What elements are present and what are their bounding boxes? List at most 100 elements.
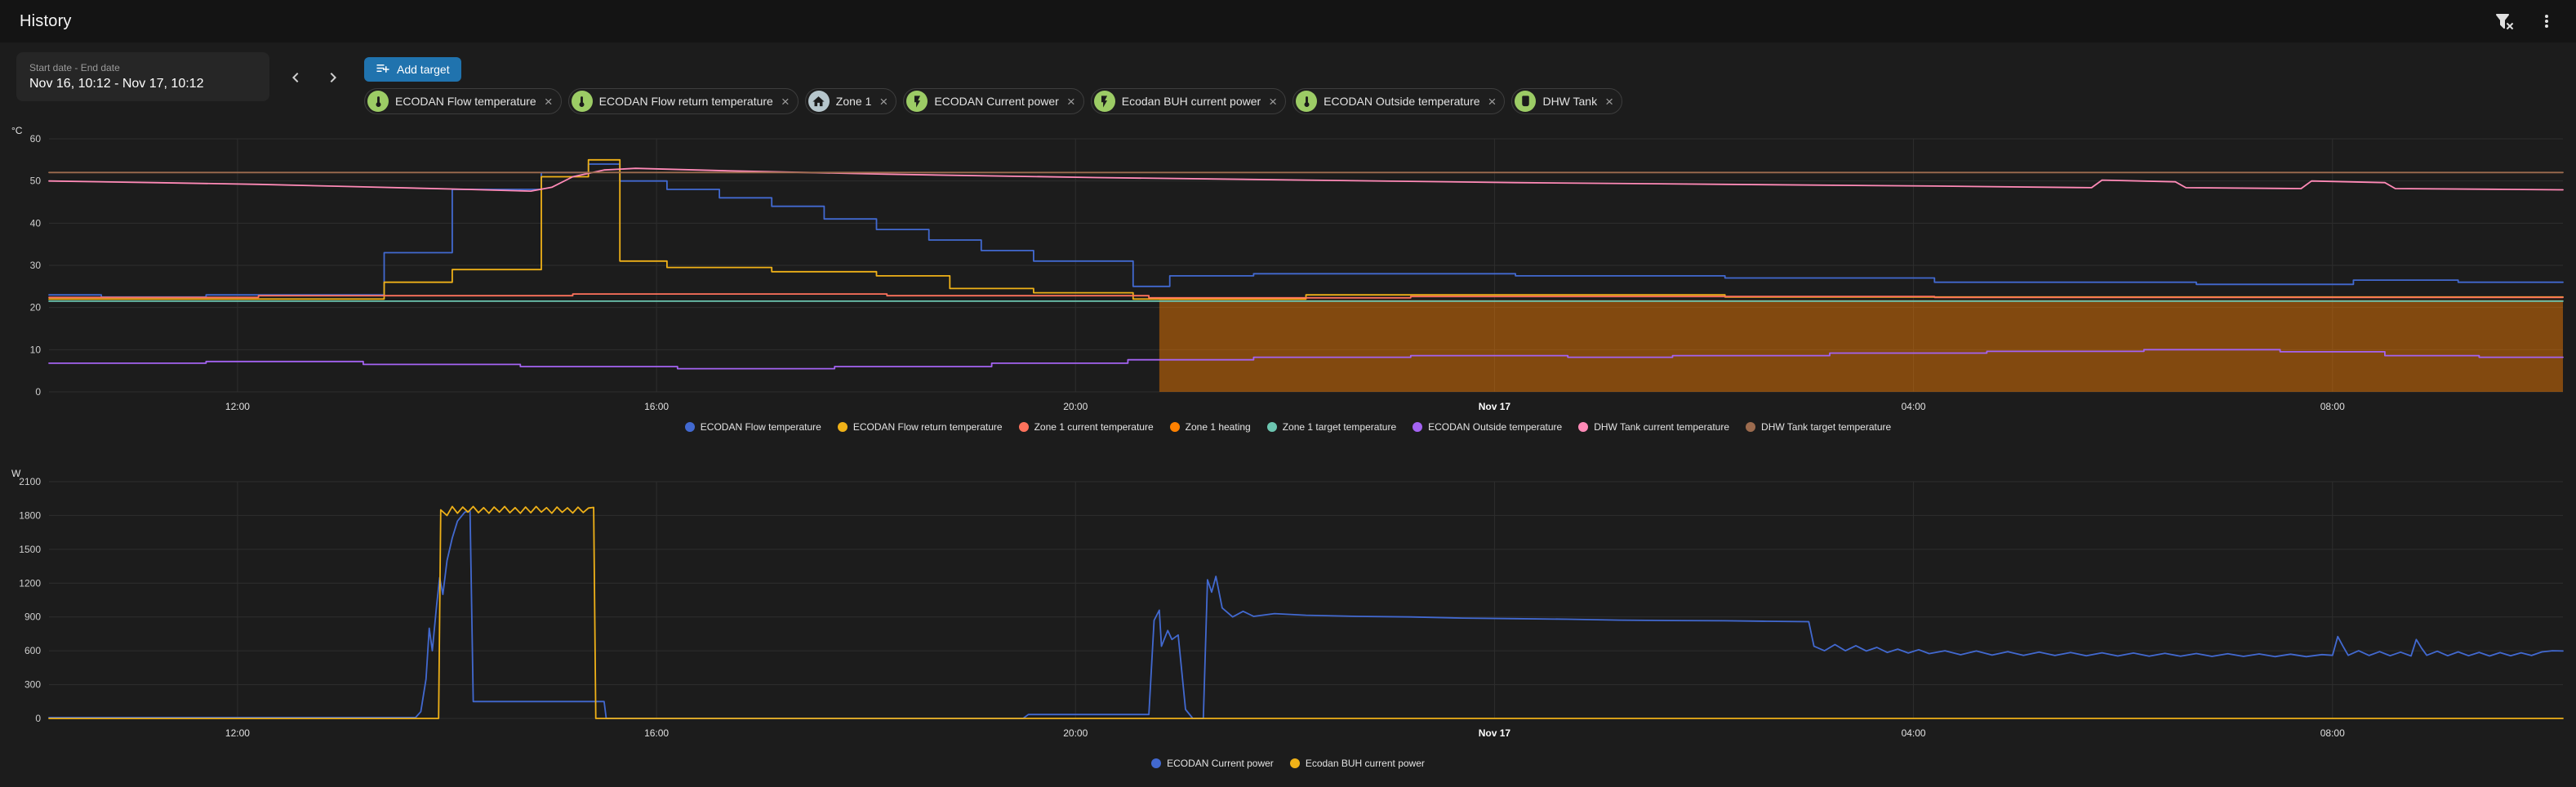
chip-remove-icon[interactable]: × [1267,95,1277,109]
svg-text:20: 20 [30,302,42,313]
previous-period-button[interactable] [279,61,312,94]
legend-dot [1289,758,1300,768]
date-range-label: Start date - End date [29,62,120,73]
legend-label: ECODAN Flow return temperature [852,421,1003,433]
svg-text:W: W [11,468,21,479]
water-boiler-icon [1515,91,1537,112]
target-picker: Add target ECODAN Flow temperature × ECODA… [364,57,1623,114]
chip-remove-icon[interactable]: × [1604,95,1613,109]
svg-text:1800: 1800 [19,509,41,521]
legend-label: Zone 1 current temperature [1034,421,1154,433]
legend-item[interactable]: DHW Tank current temperature [1578,421,1729,433]
legend-dot [1151,758,1162,768]
app-header: History [0,0,2576,42]
legend-label: Ecodan BUH current power [1305,758,1425,769]
target-chip[interactable]: Ecodan BUH current power × [1090,88,1287,114]
legend-dot [684,422,695,432]
chip-label: DHW Tank [1542,95,1598,108]
chip-remove-icon[interactable]: × [543,95,553,109]
svg-text:1200: 1200 [19,577,41,589]
svg-text:04:00: 04:00 [1902,401,1926,412]
add-target-label: Add target [397,63,450,76]
thermometer-icon [571,91,593,112]
chip-remove-icon[interactable]: × [780,95,790,109]
svg-text:0: 0 [35,386,41,398]
temperature-history-chart[interactable]: 0 10 20 30 40 50 60 12:00 16:00 20:00 Nov 17 04:00 0… [0,122,2576,415]
svg-text:2100: 2100 [19,476,41,487]
legend-item[interactable]: ECODAN Flow temperature [684,421,821,433]
overflow-menu-icon[interactable] [2537,11,2556,31]
chip-remove-icon[interactable]: × [1066,95,1075,109]
svg-text:300: 300 [24,679,41,691]
chip-label: ECODAN Flow temperature [395,95,536,108]
legend-dot [1578,422,1589,432]
svg-text:1500: 1500 [19,544,41,555]
next-period-button[interactable] [317,61,349,94]
temperature-chart-legend: ECODAN Flow temperature ECODAN Flow retur… [0,421,2576,433]
legend-label: ECODAN Current power [1167,758,1274,769]
legend-dot [1413,422,1423,432]
flash-icon [906,91,928,112]
legend-item[interactable]: Zone 1 heating [1169,421,1251,433]
svg-text:°C: °C [11,125,23,136]
svg-text:Nov 17: Nov 17 [1479,727,1511,739]
legend-item[interactable]: Zone 1 current temperature [1018,421,1154,433]
svg-text:12:00: 12:00 [225,401,250,412]
date-range-picker[interactable]: Start date - End date Nov 16, 10:12 - No… [16,52,269,101]
power-history-chart[interactable]: 0 300 600 900 1200 1500 1800 2100 12:00 16:00 20:0… [0,452,2576,751]
target-chip[interactable]: ECODAN Outside temperature × [1292,88,1506,114]
svg-text:Nov 17: Nov 17 [1479,401,1511,412]
svg-text:16:00: 16:00 [644,727,669,739]
legend-dot [1169,422,1180,432]
legend-dot [837,422,848,432]
legend-item[interactable]: DHW Tank target temperature [1746,421,1891,433]
history-page: History Start date - End date Nov 16, 10… [0,0,2576,787]
target-chip[interactable]: Zone 1 × [804,88,897,114]
legend-dot [1018,422,1029,432]
chip-label: ECODAN Flow return temperature [598,95,773,108]
page-title: History [20,11,72,30]
svg-text:08:00: 08:00 [2320,401,2345,412]
power-chart-legend: ECODAN Current power Ecodan BUH current p… [0,758,2576,769]
svg-text:50: 50 [30,176,42,187]
svg-text:20:00: 20:00 [1063,401,1088,412]
svg-text:900: 900 [24,611,41,623]
target-chip[interactable]: ECODAN Flow return temperature × [567,88,799,114]
target-chips: ECODAN Flow temperature × ECODAN Flow retu… [364,88,1623,114]
legend-item[interactable]: Zone 1 target temperature [1266,421,1397,433]
chevron-right-icon [330,72,336,82]
target-chip[interactable]: ECODAN Flow temperature × [364,88,562,114]
history-controls: Start date - End date Nov 16, 10:12 - No… [0,42,2576,114]
legend-label: Zone 1 target temperature [1282,421,1397,433]
svg-text:40: 40 [30,217,42,229]
legend-item[interactable]: ECODAN Current power [1151,758,1274,769]
legend-item[interactable]: Ecodan BUH current power [1289,758,1425,769]
legend-dot [1746,422,1756,432]
svg-text:16:00: 16:00 [644,401,669,412]
svg-text:08:00: 08:00 [2320,727,2345,739]
target-chip[interactable]: DHW Tank × [1511,88,1623,114]
chip-remove-icon[interactable]: × [878,95,888,109]
legend-label: DHW Tank current temperature [1594,421,1730,433]
filter-remove-icon[interactable] [2494,11,2514,31]
thermometer-icon [1296,91,1318,112]
svg-text:600: 600 [24,645,41,656]
thermometer-icon [367,91,389,112]
svg-text:20:00: 20:00 [1063,727,1088,739]
svg-text:0: 0 [35,713,41,724]
home-icon [808,91,830,112]
legend-dot [1266,422,1277,432]
chip-label: ECODAN Current power [934,95,1059,108]
legend-item[interactable]: ECODAN Outside temperature [1413,421,1562,433]
chip-label: Zone 1 [835,95,872,108]
chip-remove-icon[interactable]: × [1487,95,1497,109]
legend-label: ECODAN Flow temperature [700,421,821,433]
add-target-button[interactable]: Add target [364,57,461,82]
svg-text:60: 60 [30,133,42,145]
legend-label: ECODAN Outside temperature [1428,421,1563,433]
svg-text:10: 10 [30,344,42,355]
legend-label: DHW Tank target temperature [1761,421,1892,433]
chevron-left-icon [292,72,299,82]
target-chip[interactable]: ECODAN Current power × [903,88,1084,114]
legend-item[interactable]: ECODAN Flow return temperature [837,421,1003,433]
